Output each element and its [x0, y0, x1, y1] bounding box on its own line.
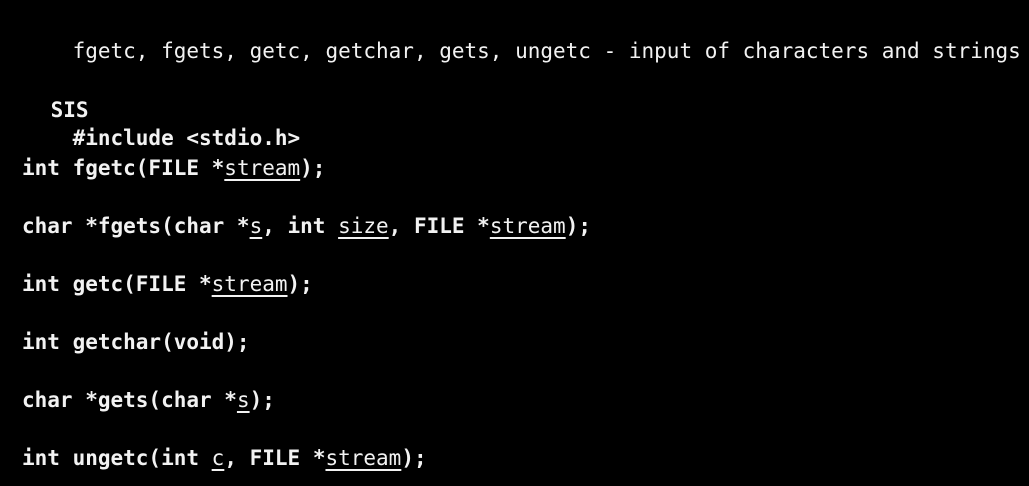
fgetc-post: ); — [300, 156, 326, 180]
getc-post: ); — [287, 272, 313, 296]
fgets-param-size: size — [338, 214, 389, 238]
gets-param-s: s — [236, 388, 250, 412]
fgetc-pre: int fgetc(FILE * — [22, 156, 225, 180]
terminal-window: fgetc, fgets, getc, getchar, gets, unget… — [0, 0, 1029, 486]
name-description-text: fgetc, fgets, getc, getchar, gets, unget… — [72, 39, 1021, 63]
fgets-pre: char *fgets(char * — [22, 214, 250, 238]
ungetc-mid: , FILE * — [224, 446, 326, 470]
fgets-post: ); — [565, 214, 591, 238]
getc-param-stream: stream — [211, 272, 288, 296]
fgets-mid2: , FILE * — [388, 214, 490, 238]
fgetc-param-stream: stream — [224, 156, 301, 180]
ungetc-post: ); — [401, 446, 427, 470]
gets-prototype: char *gets(char *s); — [0, 386, 275, 414]
name-description: fgetc, fgets, getc, getchar, gets, unget… — [0, 9, 1021, 63]
gets-pre: char *gets(char * — [22, 388, 237, 412]
ungetc-param-stream: stream — [325, 446, 402, 470]
ungetc-param-c: c — [211, 446, 225, 470]
fgets-prototype: char *fgets(char *s, int size, FILE *str… — [0, 212, 591, 240]
getchar-prototype: int getchar(void); — [0, 328, 250, 356]
getc-pre: int getc(FILE * — [22, 272, 212, 296]
fgets-param-s: s — [249, 214, 263, 238]
ungetc-prototype: int ungetc(int c, FILE *stream); — [0, 444, 427, 472]
fgetc-prototype: int fgetc(FILE *stream); — [0, 154, 325, 182]
synopsis-heading: SIS — [0, 68, 89, 122]
gets-post: ); — [249, 388, 275, 412]
include-line: #include <stdio.h> — [0, 96, 301, 150]
include-text: #include <stdio.h> — [72, 126, 301, 150]
fgets-param-stream: stream — [489, 214, 566, 238]
fgets-mid1: , int — [262, 214, 339, 238]
getc-prototype: int getc(FILE *stream); — [0, 270, 313, 298]
ungetc-pre: int ungetc(int — [22, 446, 212, 470]
getchar-text: int getchar(void); — [22, 330, 250, 354]
